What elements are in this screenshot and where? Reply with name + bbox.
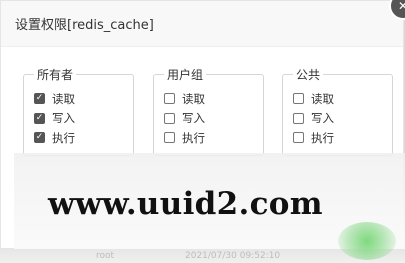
public-permission-group: 公共 读取 写入 执行 — [282, 66, 393, 156]
watermark-green-blob — [338, 222, 396, 260]
dialog-titlebar: 设置权限[redis_cache] — [1, 1, 403, 47]
group-read-option[interactable]: 读取 — [164, 89, 255, 109]
background-row-date: 2021/07/30 09:52:10 — [185, 251, 281, 261]
owner-write-option[interactable]: ✓ 写入 — [34, 109, 125, 129]
group-write-label: 写入 — [182, 111, 205, 126]
owner-read-checkbox[interactable]: ✓ — [34, 93, 45, 105]
owner-execute-label: 执行 — [52, 130, 75, 145]
watermark-text: www.uuid2.com — [48, 186, 323, 222]
owner-write-label: 写入 — [52, 111, 75, 126]
dialog-title: 设置权限[redis_cache] — [15, 18, 154, 33]
group-read-checkbox[interactable] — [164, 93, 175, 105]
public-execute-option[interactable]: 执行 — [293, 128, 384, 148]
group-permission-group: 用户组 读取 写入 执行 — [153, 66, 264, 156]
group-write-option[interactable]: 写入 — [164, 109, 255, 129]
owner-read-label: 读取 — [52, 91, 75, 106]
group-group-legend: 用户组 — [167, 68, 204, 82]
owner-write-checkbox[interactable]: ✓ — [34, 112, 45, 124]
group-execute-checkbox[interactable] — [164, 132, 175, 144]
owner-execute-option[interactable]: ✓ 执行 — [34, 128, 125, 148]
public-write-label: 写入 — [311, 111, 334, 126]
close-icon: ✕ — [397, 0, 405, 13]
public-execute-label: 执行 — [311, 130, 334, 145]
public-execute-checkbox[interactable] — [293, 132, 304, 144]
public-read-checkbox[interactable] — [293, 93, 304, 105]
group-execute-option[interactable]: 执行 — [164, 128, 255, 148]
public-write-checkbox[interactable] — [293, 112, 304, 124]
owner-read-option[interactable]: ✓ 读取 — [34, 89, 125, 109]
owner-execute-checkbox[interactable]: ✓ — [34, 132, 45, 144]
public-group-legend: 公共 — [296, 68, 321, 82]
group-execute-label: 执行 — [182, 130, 205, 145]
owner-group-legend: 所有者 — [37, 68, 74, 82]
group-read-label: 读取 — [182, 91, 205, 106]
public-read-option[interactable]: 读取 — [293, 89, 384, 109]
public-read-label: 读取 — [311, 91, 334, 106]
public-write-option[interactable]: 写入 — [293, 109, 384, 129]
group-write-checkbox[interactable] — [164, 112, 175, 124]
background-row-owner: root — [96, 251, 115, 261]
owner-permission-group: 所有者 ✓ 读取 ✓ 写入 ✓ 执行 — [23, 66, 134, 156]
